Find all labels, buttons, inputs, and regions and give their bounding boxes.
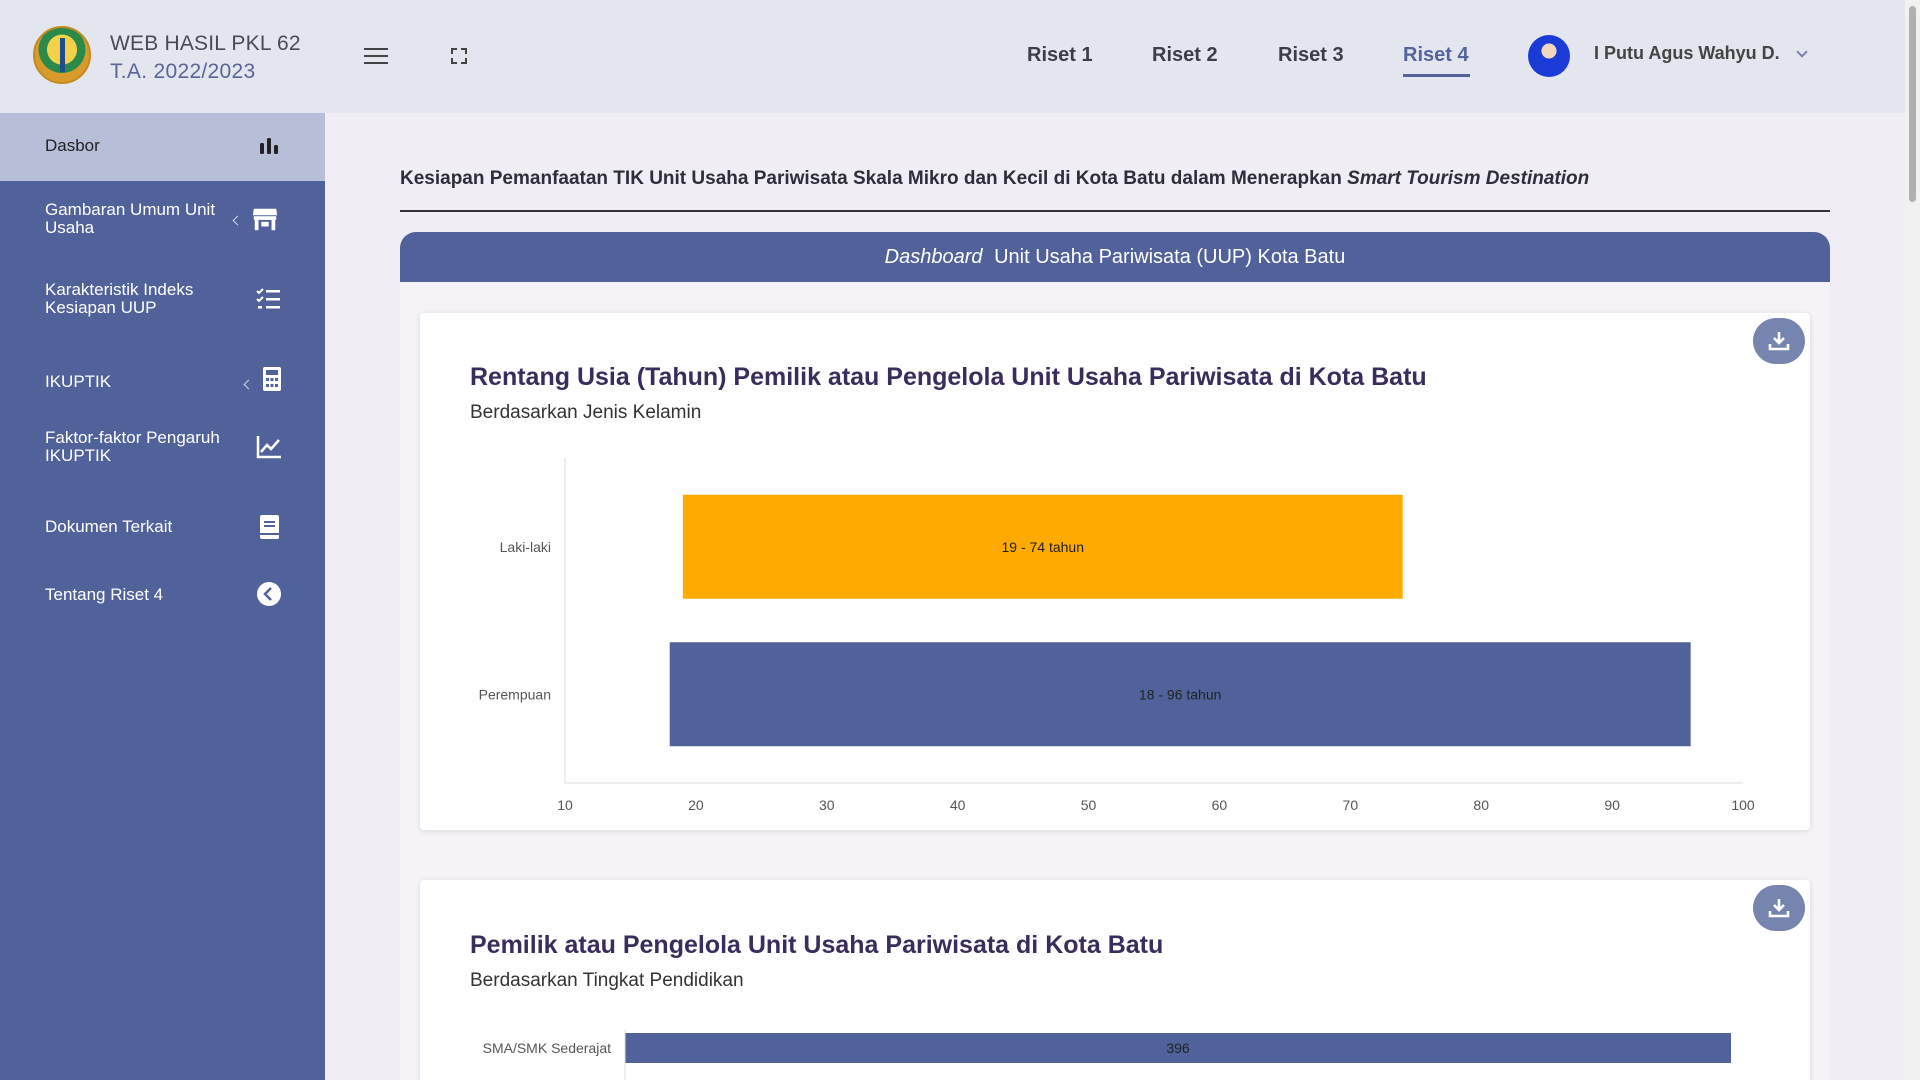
active-nav-indicator bbox=[1403, 74, 1470, 77]
x-tick-label: 40 bbox=[950, 797, 966, 813]
age-range-chart: 10 20 30 40 50 60 70 80 90 100 19 - 74 tahun Laki-l… bbox=[479, 458, 1755, 813]
sidebar-item-label: Faktor-faktor Pengaruh IKUPTIK bbox=[45, 428, 220, 465]
sidebar-item-gambaran-umum[interactable]: Gambaran Umum Unit Usaha bbox=[0, 201, 325, 261]
page-title: Kesiapan Pemanfaatan TIK Unit Usaha Pari… bbox=[400, 168, 1589, 190]
scrollbar[interactable] bbox=[1905, 0, 1920, 1080]
chart-card-age: Rentang Usia (Tahun) Pemilik atau Pengel… bbox=[420, 313, 1810, 830]
y-tick-label: SMA/SMK Sederajat bbox=[483, 1040, 611, 1056]
chevron-down-icon[interactable] bbox=[1796, 46, 1808, 58]
x-tick-label: 70 bbox=[1343, 797, 1359, 813]
line-chart-icon bbox=[256, 436, 281, 459]
menu-icon[interactable] bbox=[364, 48, 388, 64]
checklist-icon bbox=[256, 288, 280, 309]
x-tick-label: 30 bbox=[819, 797, 835, 813]
x-tick-label: 100 bbox=[1731, 797, 1755, 813]
bar-chart-icon bbox=[260, 138, 278, 154]
top-bar: WEB HASIL PKL 62 T.A. 2022/2023 Riset 1 … bbox=[0, 0, 1905, 113]
sidebar-item-label: Karakteristik Indeks Kesiapan UUP bbox=[45, 280, 194, 317]
sidebar-item-tentang[interactable]: Tentang Riset 4 bbox=[0, 577, 325, 637]
title-divider bbox=[400, 210, 1830, 212]
sidebar-item-label: Gambaran Umum Unit Usaha bbox=[45, 200, 216, 237]
sidebar-item-ikuptik[interactable]: IKUPTIK bbox=[0, 361, 325, 421]
scrollbar-thumb[interactable] bbox=[1909, 6, 1916, 202]
data-label: 19 - 74 tahun bbox=[1001, 539, 1084, 555]
x-tick-label: 10 bbox=[557, 797, 573, 813]
x-tick-label: 20 bbox=[688, 797, 704, 813]
panel-header: Dashboard Unit Usaha Pariwisata (UUP) Ko… bbox=[400, 232, 1830, 282]
sidebar-item-label: IKUPTIK bbox=[45, 372, 112, 391]
sidebar: Dasbor Gambaran Umum Unit Usaha Karakter… bbox=[0, 113, 325, 1080]
fullscreen-icon[interactable] bbox=[451, 48, 467, 64]
sidebar-item-faktor[interactable]: Faktor-faktor Pengaruh IKUPTIK bbox=[0, 429, 325, 489]
chart-card-education: Pemilik atau Pengelola Unit Usaha Pariwi… bbox=[420, 880, 1810, 1080]
nav-riset-4[interactable]: Riset 4 bbox=[1403, 44, 1469, 67]
x-tick-label: 80 bbox=[1473, 797, 1489, 813]
chevron-left-icon bbox=[243, 379, 254, 390]
sidebar-item-dasbor[interactable]: Dasbor bbox=[0, 113, 325, 181]
data-label: 396 bbox=[1166, 1040, 1190, 1056]
store-icon bbox=[252, 208, 278, 231]
nav-riset-2[interactable]: Riset 2 bbox=[1152, 44, 1218, 67]
brand-year: T.A. 2022/2023 bbox=[110, 60, 256, 83]
sidebar-item-label: Dasbor bbox=[45, 136, 100, 155]
x-tick-label: 90 bbox=[1604, 797, 1620, 813]
book-icon bbox=[260, 515, 279, 539]
page-title-text: Kesiapan Pemanfaatan TIK Unit Usaha Pari… bbox=[400, 168, 1342, 189]
logo bbox=[33, 26, 91, 84]
panel-header-text: Unit Usaha Pariwisata (UUP) Kota Batu bbox=[994, 246, 1346, 268]
y-tick-label: Laki-laki bbox=[500, 539, 551, 555]
sidebar-item-label: Tentang Riset 4 bbox=[45, 585, 164, 604]
chevron-circle-icon bbox=[257, 582, 281, 606]
sidebar-item-karakteristik[interactable]: Karakteristik Indeks Kesiapan UUP bbox=[0, 281, 325, 341]
panel-header-italic: Dashboard bbox=[884, 246, 983, 268]
education-chart: 396 SMA/SMK Sederajat bbox=[483, 1030, 1731, 1080]
avatar[interactable] bbox=[1528, 35, 1570, 77]
sidebar-item-dokumen[interactable]: Dokumen Terkait bbox=[0, 509, 325, 569]
brand-title: WEB HASIL PKL 62 bbox=[110, 32, 301, 55]
y-tick-label: Perempuan bbox=[479, 686, 551, 702]
nav-riset-3[interactable]: Riset 3 bbox=[1278, 44, 1344, 67]
user-name[interactable]: I Putu Agus Wahyu D. bbox=[1594, 43, 1780, 64]
brand: WEB HASIL PKL 62 T.A. 2022/2023 bbox=[110, 32, 301, 84]
x-tick-label: 50 bbox=[1081, 797, 1097, 813]
data-label: 18 - 96 tahun bbox=[1139, 686, 1222, 702]
nav-riset-1[interactable]: Riset 1 bbox=[1027, 44, 1093, 67]
x-tick-label: 60 bbox=[1212, 797, 1228, 813]
sidebar-item-label: Dokumen Terkait bbox=[45, 517, 173, 536]
calculator-icon bbox=[263, 367, 281, 391]
page-title-italic: Smart Tourism Destination bbox=[1347, 168, 1590, 189]
